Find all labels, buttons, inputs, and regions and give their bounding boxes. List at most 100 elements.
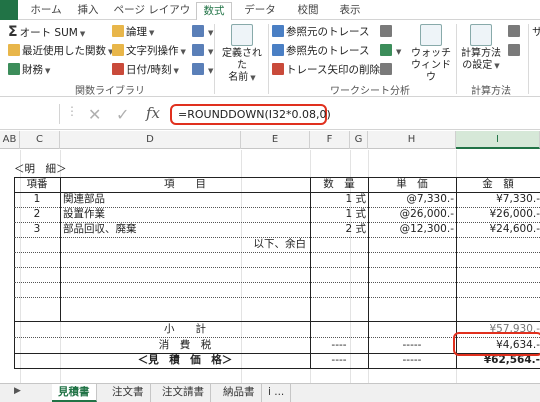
amount-cell[interactable]: ¥26,000.-	[456, 207, 540, 222]
tab-insert[interactable]: 挿入	[72, 2, 104, 20]
datetime-button[interactable]: 日付/時刻 ▼	[112, 62, 179, 78]
row-separator	[14, 267, 540, 268]
question-icon	[112, 25, 124, 37]
trace-precedents-button[interactable]: 参照元のトレース	[272, 24, 369, 40]
show-formulas-icon	[380, 25, 392, 37]
formula-bar-dots-icon: ⋮	[66, 104, 78, 118]
tab-review[interactable]: 校閲	[288, 2, 328, 20]
watch-window-label-2: ウィンドウ	[411, 60, 451, 83]
remove-arrows-label: トレース矢印の削除	[286, 64, 380, 76]
column-header[interactable]: G	[350, 131, 368, 149]
lookup-icon	[192, 25, 204, 37]
financial-button[interactable]: 財務 ▼	[8, 62, 50, 78]
item-no-cell[interactable]: 1	[14, 192, 60, 207]
defined-names-label-1: 定義された	[222, 48, 262, 71]
sheet-tab-estimate[interactable]: 見積書	[52, 384, 97, 402]
show-formulas-button[interactable]	[380, 24, 394, 40]
evaluate-formula-icon	[380, 63, 392, 75]
amount-cell[interactable]: ¥24,600.-	[456, 222, 540, 237]
sheet-tab-delivery[interactable]: 納品書	[217, 384, 262, 402]
watch-window-button[interactable]: ウォッチ ウィンドウ	[408, 24, 454, 84]
text-functions-button[interactable]: 文字列操作 ▼	[112, 43, 186, 59]
tab-data[interactable]: データ	[240, 2, 280, 20]
item-no-cell[interactable]: 2	[14, 207, 60, 222]
dropdown-arrow-icon: ▼	[208, 29, 214, 37]
error-checking-button[interactable]: ▼	[380, 43, 401, 59]
item-name-cell[interactable]: 部品回収、廃棄	[63, 222, 137, 237]
qty-cell[interactable]: 2 式	[310, 222, 366, 237]
group-label-formula-auditing: ワークシート分析	[330, 86, 410, 97]
calendar-icon	[112, 63, 124, 75]
column-header[interactable]: AB	[0, 131, 20, 149]
sheet-tab-more[interactable]: i ...	[262, 384, 292, 402]
column-header-selected[interactable]: I	[456, 131, 540, 149]
scroll-right-icon[interactable]: ▶	[14, 386, 21, 396]
tab-file[interactable]	[0, 0, 18, 20]
column-header-bar: AB C D E F G H I	[0, 131, 540, 149]
more-functions-button[interactable]: ▼	[192, 62, 213, 78]
tax-label: 消 費 税	[158, 339, 212, 351]
column-header[interactable]: C	[20, 131, 60, 149]
remove-arrows-icon	[272, 63, 284, 75]
column-header[interactable]: D	[60, 131, 241, 149]
calc-now-button[interactable]	[508, 24, 522, 40]
formula-input[interactable]: =ROUNDDOWN(I32*0.08,0)	[170, 104, 331, 125]
worksheet[interactable]: ＜明 細＞ 項番 項 目 数 量 単 価 金 額 1 関連部品 1 式 @7,3…	[0, 150, 540, 383]
tab-view[interactable]: 表示	[330, 2, 370, 20]
remove-arrows-button[interactable]: トレース矢印の削除▼	[272, 62, 387, 78]
evaluate-formula-button[interactable]	[380, 62, 394, 78]
amount-cell[interactable]: ¥7,330.-	[456, 192, 540, 207]
column-header[interactable]: H	[368, 131, 456, 149]
qty-cell[interactable]: 1 式	[310, 207, 366, 222]
more-functions-icon	[192, 63, 204, 75]
item-name-cell[interactable]: 設置作業	[63, 207, 105, 222]
sheet-tab-order-ack[interactable]: 注文請書	[156, 384, 211, 402]
logical-label: 論理	[126, 26, 147, 38]
price-cell[interactable]: @12,300.-	[368, 222, 454, 237]
group-separator	[528, 24, 529, 94]
math-button[interactable]: ▼	[192, 43, 213, 59]
calculator-icon	[470, 24, 492, 46]
column-header[interactable]: E	[241, 131, 310, 149]
price-cell[interactable]: @7,330.-	[368, 192, 454, 207]
cancel-icon[interactable]: ✕	[88, 105, 101, 124]
group-label-function-library: 関数ライブラリ	[75, 86, 145, 97]
enter-icon[interactable]: ✓	[116, 105, 129, 124]
autosum-button[interactable]: Σ オート SUM ▼	[8, 24, 85, 40]
item-name-cell[interactable]: 関連部品	[63, 192, 105, 207]
group-separator	[268, 24, 269, 94]
calc-sheet-button[interactable]	[508, 43, 522, 59]
calc-options-label-1: 計算方法	[461, 48, 501, 59]
header-item: 項 目	[164, 178, 206, 190]
row-separator	[14, 282, 540, 283]
trace-dependents-button[interactable]: 参照先のトレース	[272, 43, 369, 59]
dropdown-arrow-icon: ▼	[173, 67, 179, 75]
insert-function-button[interactable]: fx	[146, 104, 160, 122]
ribbon-formulas: Σ オート SUM ▼ 最近使用した関数 ▼ 財務 ▼ 論理 ▼ 文字列操作 ▼ 日付/時刻…	[0, 20, 540, 97]
name-box[interactable]	[0, 104, 60, 124]
col-sep	[60, 177, 61, 321]
section-title: ＜明 細＞	[14, 163, 67, 175]
column-header[interactable]: F	[310, 131, 350, 149]
datetime-label: 日付/時刻	[126, 64, 172, 76]
row-separator	[14, 252, 540, 253]
tab-page-layout[interactable]: ページ レイアウト	[112, 2, 192, 32]
price-cell[interactable]: @26,000.-	[368, 207, 454, 222]
text-a-icon	[112, 44, 124, 56]
calculation-options-button[interactable]: 計算方法 の設定 ▼	[458, 24, 504, 72]
logical-button[interactable]: 論理 ▼	[112, 24, 154, 40]
ribbon-partial-label: サ	[532, 26, 540, 38]
tax-price: -----	[402, 339, 422, 351]
dropdown-arrow-icon: ▼	[208, 48, 214, 56]
lookup-button[interactable]: ▼	[192, 24, 213, 40]
dropdown-arrow-icon: ▼	[45, 67, 51, 75]
dropdown-arrow-icon: ▼	[208, 67, 214, 75]
item-no-cell[interactable]: 3	[14, 222, 60, 237]
recent-functions-button[interactable]: 最近使用した関数 ▼	[8, 43, 113, 59]
tab-home[interactable]: ホーム	[26, 2, 66, 20]
defined-names-button[interactable]: 定義された 名前 ▼	[218, 24, 266, 84]
sheet-tab-order[interactable]: 注文書	[106, 384, 151, 402]
watch-window-icon	[420, 24, 442, 46]
tab-formulas[interactable]: 数式	[196, 2, 232, 21]
qty-cell[interactable]: 1 式	[310, 192, 366, 207]
